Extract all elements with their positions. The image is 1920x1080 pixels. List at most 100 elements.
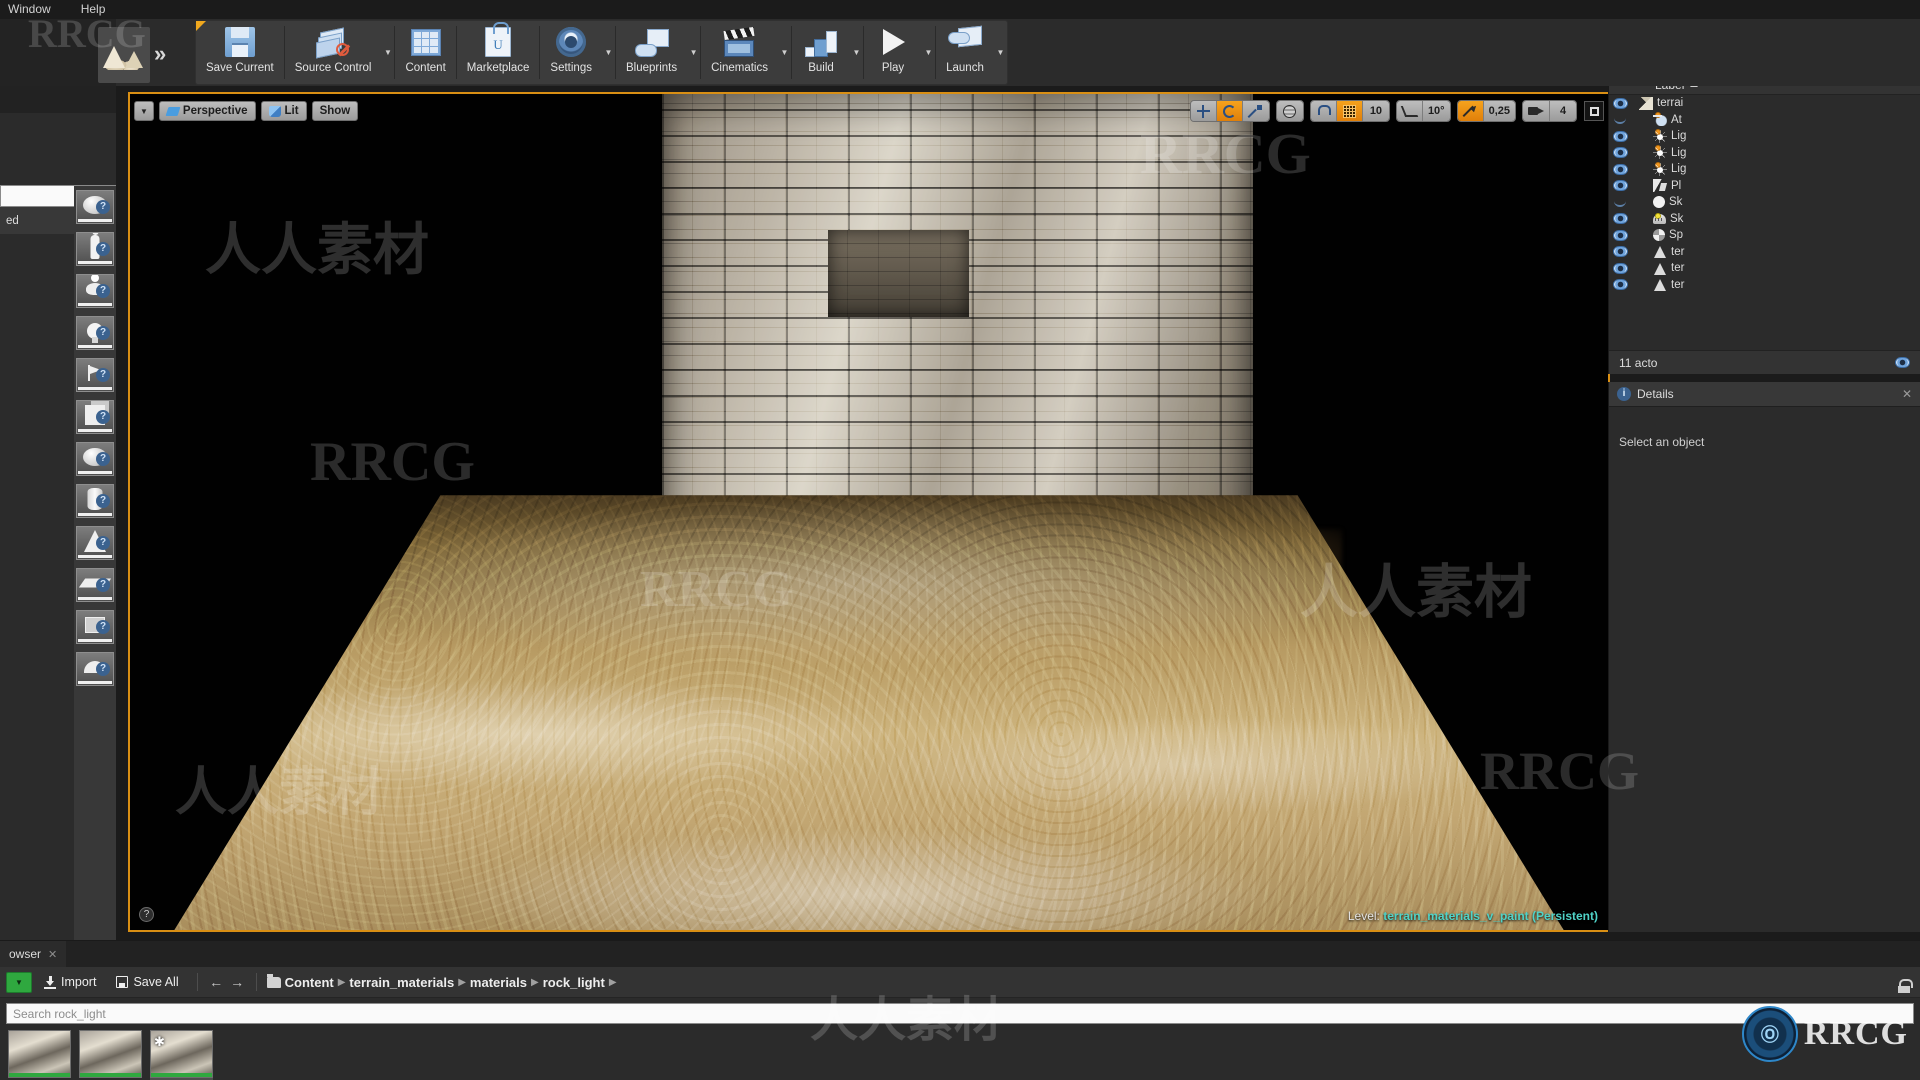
help-icon[interactable]: ? [96,284,110,298]
table-row[interactable]: Lig [1609,128,1920,145]
rotate-tool[interactable] [1216,101,1243,121]
details-tab[interactable]: i Details ✕ [1609,382,1920,407]
content-browser-search-input[interactable]: Search rock_light [6,1003,1914,1024]
content-button[interactable]: Content [395,21,455,84]
place-actors-tab-basic[interactable]: ed [0,207,74,234]
help-icon[interactable]: ? [96,494,110,508]
help-icon[interactable]: ? [96,368,110,382]
visibility-eye-icon[interactable] [1613,279,1628,291]
table-row[interactable]: Sp [1609,227,1920,244]
visibility-eye-off-icon[interactable] [1613,114,1628,125]
table-row[interactable]: ter [1609,277,1920,294]
modes-expand-chevron[interactable]: » [154,41,166,67]
table-row[interactable]: ter [1609,260,1920,277]
save-all-button[interactable]: Save All [108,972,186,993]
grid-snap-toggle[interactable] [1336,101,1363,121]
list-item[interactable]: ? [74,438,116,480]
scale-snap-value[interactable]: 0,25 [1483,101,1515,121]
maximize-viewport-button[interactable] [1584,101,1604,121]
cinematics-dropdown-arrow[interactable]: ▼ [778,21,791,84]
blueprints-button[interactable]: Blueprints [616,21,687,84]
marketplace-button[interactable]: Marketplace [457,21,540,84]
grid-snap-value[interactable]: 10 [1362,101,1389,121]
help-icon[interactable]: ? [96,536,110,550]
breadcrumb-item-terrain-materials[interactable]: terrain_materials [349,975,454,990]
lock-icon[interactable] [1898,979,1913,993]
asset-tile-selected[interactable]: ✱ rock_light_ tessellation [150,1030,213,1080]
settings-dropdown-arrow[interactable]: ▼ [602,21,615,84]
settings-button[interactable]: Settings [540,21,602,84]
viewport-3d-scene[interactable] [130,94,1608,930]
translate-tool[interactable] [1190,101,1217,121]
angle-snap-value[interactable]: 10° [1422,101,1450,121]
help-icon[interactable]: ? [96,662,110,676]
list-item[interactable]: ? [74,522,116,564]
import-button[interactable]: Import [36,972,104,993]
footer-visibility-eye-icon[interactable] [1895,357,1910,368]
table-row[interactable]: Lig [1609,161,1920,178]
table-row[interactable]: ter [1609,244,1920,261]
visibility-eye-icon[interactable] [1613,262,1628,274]
menu-item-window[interactable]: Window [4,0,55,19]
list-item[interactable]: ? [74,564,116,606]
modes-landscape-button[interactable] [98,27,150,83]
visibility-eye-icon[interactable] [1613,130,1628,142]
camera-speed-icon-button[interactable] [1523,101,1550,121]
scale-snap-toggle[interactable] [1457,101,1484,121]
list-item[interactable]: ? [74,606,116,648]
table-row[interactable]: Lig [1609,145,1920,162]
history-forward-button[interactable]: → [229,973,246,991]
help-icon[interactable]: ? [96,620,110,634]
viewport-options-menu[interactable]: ▼ [134,101,154,121]
launch-button[interactable]: Launch [936,21,994,84]
visibility-eye-icon[interactable] [1613,180,1628,192]
list-item[interactable]: ? [74,228,116,270]
source-control-button[interactable]: Source Control [285,21,382,84]
table-row[interactable]: Sk [1609,211,1920,228]
history-back-button[interactable]: ← [208,973,225,991]
angle-snap-toggle[interactable] [1396,101,1423,121]
visibility-eye-icon[interactable] [1613,147,1628,159]
breadcrumb-item-materials[interactable]: materials [470,975,527,990]
list-item[interactable]: ? [74,312,116,354]
show-menu-button[interactable]: Show [311,101,359,121]
world-coordinate-toggle[interactable] [1276,101,1303,121]
table-row[interactable]: Pl [1609,178,1920,195]
add-new-button[interactable]: ▼ [6,971,32,993]
build-button[interactable]: Build [792,21,850,84]
list-item[interactable]: ? [74,480,116,522]
list-item[interactable]: ? [74,270,116,312]
breadcrumb-item-rock-light[interactable]: rock_light [543,975,605,990]
table-row[interactable]: At [1609,112,1920,129]
visibility-eye-icon[interactable] [1613,163,1628,175]
viewport-help-icon[interactable]: ? [139,907,154,922]
lighting-mode-button[interactable]: Lit [260,101,307,121]
asset-tile[interactable]: rock_light_ [79,1030,142,1080]
breadcrumb-item-content[interactable]: Content [285,975,334,990]
close-icon[interactable]: ✕ [48,948,57,961]
help-icon[interactable]: ? [96,326,110,340]
play-dropdown-arrow[interactable]: ▼ [922,21,935,84]
list-item[interactable]: ? [74,186,116,228]
help-icon[interactable]: ? [96,410,110,424]
visibility-eye-icon[interactable] [1613,229,1628,241]
build-dropdown-arrow[interactable]: ▼ [850,21,863,84]
list-item[interactable]: ? [74,354,116,396]
help-icon[interactable]: ? [96,242,110,256]
asset-tile[interactable]: ock_light_ [8,1030,71,1080]
scale-tool[interactable] [1242,101,1269,121]
visibility-eye-icon[interactable] [1613,97,1628,109]
cinematics-button[interactable]: Cinematics [701,21,778,84]
help-icon[interactable]: ? [96,578,110,592]
visibility-eye-icon[interactable] [1613,213,1628,225]
level-viewport[interactable]: ▼ Perspective Lit Show 10 10° 0,25 4 ? L… [128,92,1610,932]
view-mode-button[interactable]: Perspective [158,101,256,121]
visibility-eye-off-icon[interactable] [1613,197,1628,208]
play-button[interactable]: Play [864,21,922,84]
surface-snap-toggle[interactable] [1310,101,1337,121]
help-icon[interactable]: ? [96,200,110,214]
camera-speed-value[interactable]: 4 [1550,101,1576,121]
table-row[interactable]: terrai [1609,95,1920,112]
source-control-dropdown-arrow[interactable]: ▼ [381,21,394,84]
close-icon[interactable]: ✕ [1902,387,1912,401]
